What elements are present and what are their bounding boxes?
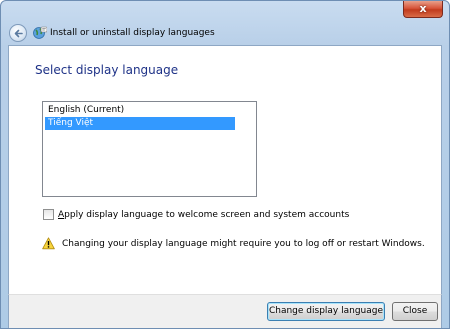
close-icon: x [419,2,427,15]
warning-text: Changing your display language might req… [62,239,425,249]
back-arrow-icon [14,29,23,38]
button-footer: Change display language Close [8,294,442,328]
dialog-window: x Install or uninstall display languages… [0,0,450,329]
navigation-bar: Install or uninstall display languages [3,21,447,45]
change-display-language-button[interactable]: Change display language [267,302,385,321]
close-button[interactable]: Close [392,302,438,321]
back-button[interactable] [9,24,27,42]
list-item-english[interactable]: English (Current) [45,104,124,117]
apply-welcome-screen-checkbox[interactable] [43,209,54,220]
title-bar: x [1,1,449,21]
list-item-vietnamese[interactable]: Tiếng Việt [45,117,235,130]
language-list[interactable]: English (Current) Tiếng Việt [42,101,257,197]
breadcrumb-title: Install or uninstall display languages [50,28,215,38]
globe-language-icon [33,26,47,39]
window-close-button[interactable]: x [403,1,443,18]
content-area: Select display language English (Current… [8,45,442,294]
page-title: Select display language [35,63,179,77]
warning-icon [42,237,55,250]
apply-welcome-screen-label[interactable]: Apply display language to welcome screen… [58,208,349,222]
